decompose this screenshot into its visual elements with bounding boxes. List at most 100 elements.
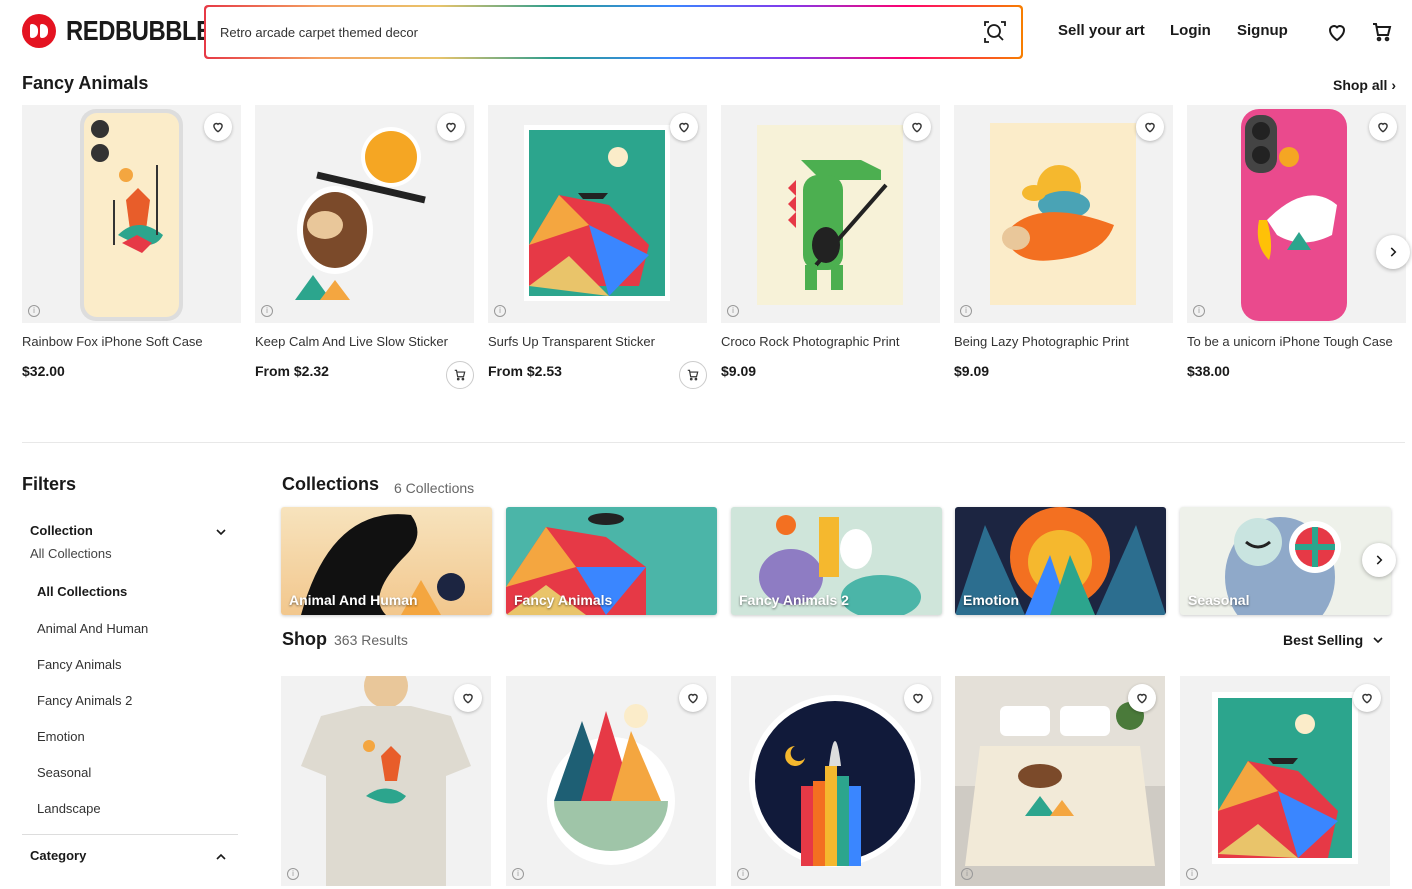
product-name[interactable]: Keep Calm And Live Slow Sticker bbox=[255, 334, 474, 349]
info-icon[interactable]: i bbox=[737, 868, 749, 880]
shop-product-card[interactable]: i bbox=[506, 676, 716, 886]
chevron-down-icon[interactable] bbox=[216, 527, 226, 537]
info-icon[interactable]: i bbox=[28, 305, 40, 317]
favorite-button[interactable] bbox=[670, 113, 698, 141]
product-name[interactable]: Croco Rock Photographic Print bbox=[721, 334, 940, 349]
product-card[interactable]: i To be a unicorn iPhone Tough Case $38.… bbox=[1187, 105, 1406, 379]
heart-icon bbox=[1378, 122, 1388, 133]
info-icon[interactable]: i bbox=[261, 305, 273, 317]
filter-item-landscape[interactable]: Landscape bbox=[37, 801, 101, 816]
product-image[interactable]: i bbox=[954, 105, 1173, 323]
collection-label: Fancy Animals bbox=[514, 592, 613, 608]
heart-icon bbox=[1362, 693, 1372, 704]
sort-dropdown[interactable]: Best Selling bbox=[1283, 632, 1383, 648]
filters-title: Filters bbox=[22, 474, 77, 494]
collection-label: Seasonal bbox=[1188, 592, 1250, 608]
favorite-button[interactable] bbox=[904, 684, 932, 712]
heart-icon bbox=[213, 122, 223, 133]
collection-selected-value: All Collections bbox=[30, 546, 112, 561]
product-image[interactable]: i bbox=[721, 105, 940, 323]
redbubble-logo-icon bbox=[22, 14, 56, 48]
carousel-next-button[interactable] bbox=[1376, 235, 1410, 269]
heart-icon bbox=[688, 693, 698, 704]
collection-card-fancy-animals-2[interactable]: Fancy Animals 2 bbox=[731, 507, 942, 615]
product-name[interactable]: Rainbow Fox iPhone Soft Case bbox=[22, 334, 241, 349]
product-card[interactable]: i Keep Calm And Live Slow Sticker From $… bbox=[255, 105, 474, 389]
collection-card-seasonal[interactable]: Seasonal bbox=[1180, 507, 1391, 615]
signup-link[interactable]: Signup bbox=[1237, 22, 1288, 39]
product-image[interactable]: i bbox=[22, 105, 241, 323]
collections-count: 6 Collections bbox=[394, 480, 475, 496]
heart-icon bbox=[912, 122, 922, 133]
chevron-right-icon bbox=[1390, 247, 1397, 257]
shop-product-card[interactable]: i bbox=[731, 676, 941, 886]
collection-filter-toggle[interactable]: Collection bbox=[30, 523, 93, 538]
add-to-cart-button[interactable] bbox=[446, 361, 474, 389]
visual-search-icon[interactable] bbox=[983, 20, 1007, 44]
cart-plus-icon bbox=[687, 369, 699, 381]
favorite-button[interactable] bbox=[437, 113, 465, 141]
product-price: $32.00 bbox=[22, 363, 65, 379]
favorite-button[interactable] bbox=[1128, 684, 1156, 712]
shop-product-card[interactable]: i bbox=[281, 676, 491, 886]
filter-item-fancy-animals[interactable]: Fancy Animals bbox=[37, 657, 122, 672]
chevron-down-icon bbox=[1373, 637, 1383, 644]
filter-item-animal-and-human[interactable]: Animal And Human bbox=[37, 621, 148, 636]
chevron-up-icon[interactable] bbox=[216, 852, 226, 862]
shop-product-card[interactable]: i bbox=[955, 676, 1165, 886]
sell-your-art-link[interactable]: Sell your art bbox=[1058, 22, 1145, 39]
chevron-right-icon bbox=[1376, 555, 1383, 565]
favorite-button[interactable] bbox=[1369, 113, 1397, 141]
heart-icon bbox=[446, 122, 456, 133]
product-card[interactable]: i Surfs Up Transparent Sticker From $2.5… bbox=[488, 105, 707, 389]
favorite-button[interactable] bbox=[679, 684, 707, 712]
info-icon[interactable]: i bbox=[727, 305, 739, 317]
product-card[interactable]: i Rainbow Fox iPhone Soft Case $32.00 bbox=[22, 105, 241, 379]
info-icon[interactable]: i bbox=[287, 868, 299, 880]
search-box bbox=[204, 5, 1023, 59]
heart-icon bbox=[463, 693, 473, 704]
product-name[interactable]: To be a unicorn iPhone Tough Case bbox=[1187, 334, 1406, 349]
collection-card-animal-and-human[interactable]: Animal And Human bbox=[281, 507, 492, 615]
heart-icon[interactable] bbox=[1325, 20, 1349, 44]
info-icon[interactable]: i bbox=[494, 305, 506, 317]
info-icon[interactable]: i bbox=[960, 305, 972, 317]
filter-item-emotion[interactable]: Emotion bbox=[37, 729, 85, 744]
filter-item-all-collections[interactable]: All Collections bbox=[37, 584, 127, 599]
favorite-button[interactable] bbox=[903, 113, 931, 141]
login-link[interactable]: Login bbox=[1170, 22, 1211, 39]
product-price: $9.09 bbox=[721, 363, 757, 379]
shop-title: Shop bbox=[282, 629, 327, 649]
section-divider bbox=[22, 442, 1405, 443]
heart-icon bbox=[1137, 693, 1147, 704]
filter-item-fancy-animals-2[interactable]: Fancy Animals 2 bbox=[37, 693, 132, 708]
product-price: $38.00 bbox=[1187, 363, 1230, 379]
shop-result-count: 363 Results bbox=[334, 632, 408, 648]
info-icon[interactable]: i bbox=[1186, 868, 1198, 880]
info-icon[interactable]: i bbox=[961, 868, 973, 880]
favorite-button[interactable] bbox=[454, 684, 482, 712]
favorite-button[interactable] bbox=[1353, 684, 1381, 712]
favorite-button[interactable] bbox=[1136, 113, 1164, 141]
product-name[interactable]: Being Lazy Photographic Print bbox=[954, 334, 1173, 349]
collections-next-button[interactable] bbox=[1362, 543, 1396, 577]
product-name[interactable]: Surfs Up Transparent Sticker bbox=[488, 334, 707, 349]
info-icon[interactable]: i bbox=[512, 868, 524, 880]
collection-card-emotion[interactable]: Emotion bbox=[955, 507, 1166, 615]
category-filter-toggle[interactable]: Category bbox=[30, 848, 86, 863]
product-card[interactable]: i Being Lazy Photographic Print $9.09 bbox=[954, 105, 1173, 379]
cart-icon[interactable] bbox=[1370, 20, 1394, 44]
product-card[interactable]: i Croco Rock Photographic Print $9.09 bbox=[721, 105, 940, 379]
product-image[interactable]: i bbox=[255, 105, 474, 323]
add-to-cart-button[interactable] bbox=[679, 361, 707, 389]
product-image[interactable]: i bbox=[488, 105, 707, 323]
shop-all-link[interactable]: Shop all › bbox=[1333, 77, 1396, 93]
collection-card-fancy-animals[interactable]: Fancy Animals bbox=[506, 507, 717, 615]
shop-product-card[interactable]: i bbox=[1180, 676, 1390, 886]
info-icon[interactable]: i bbox=[1193, 305, 1205, 317]
product-image[interactable]: i bbox=[1187, 105, 1406, 323]
filter-item-seasonal[interactable]: Seasonal bbox=[37, 765, 91, 780]
heart-icon bbox=[913, 693, 923, 704]
search-input[interactable] bbox=[220, 7, 960, 57]
favorite-button[interactable] bbox=[204, 113, 232, 141]
